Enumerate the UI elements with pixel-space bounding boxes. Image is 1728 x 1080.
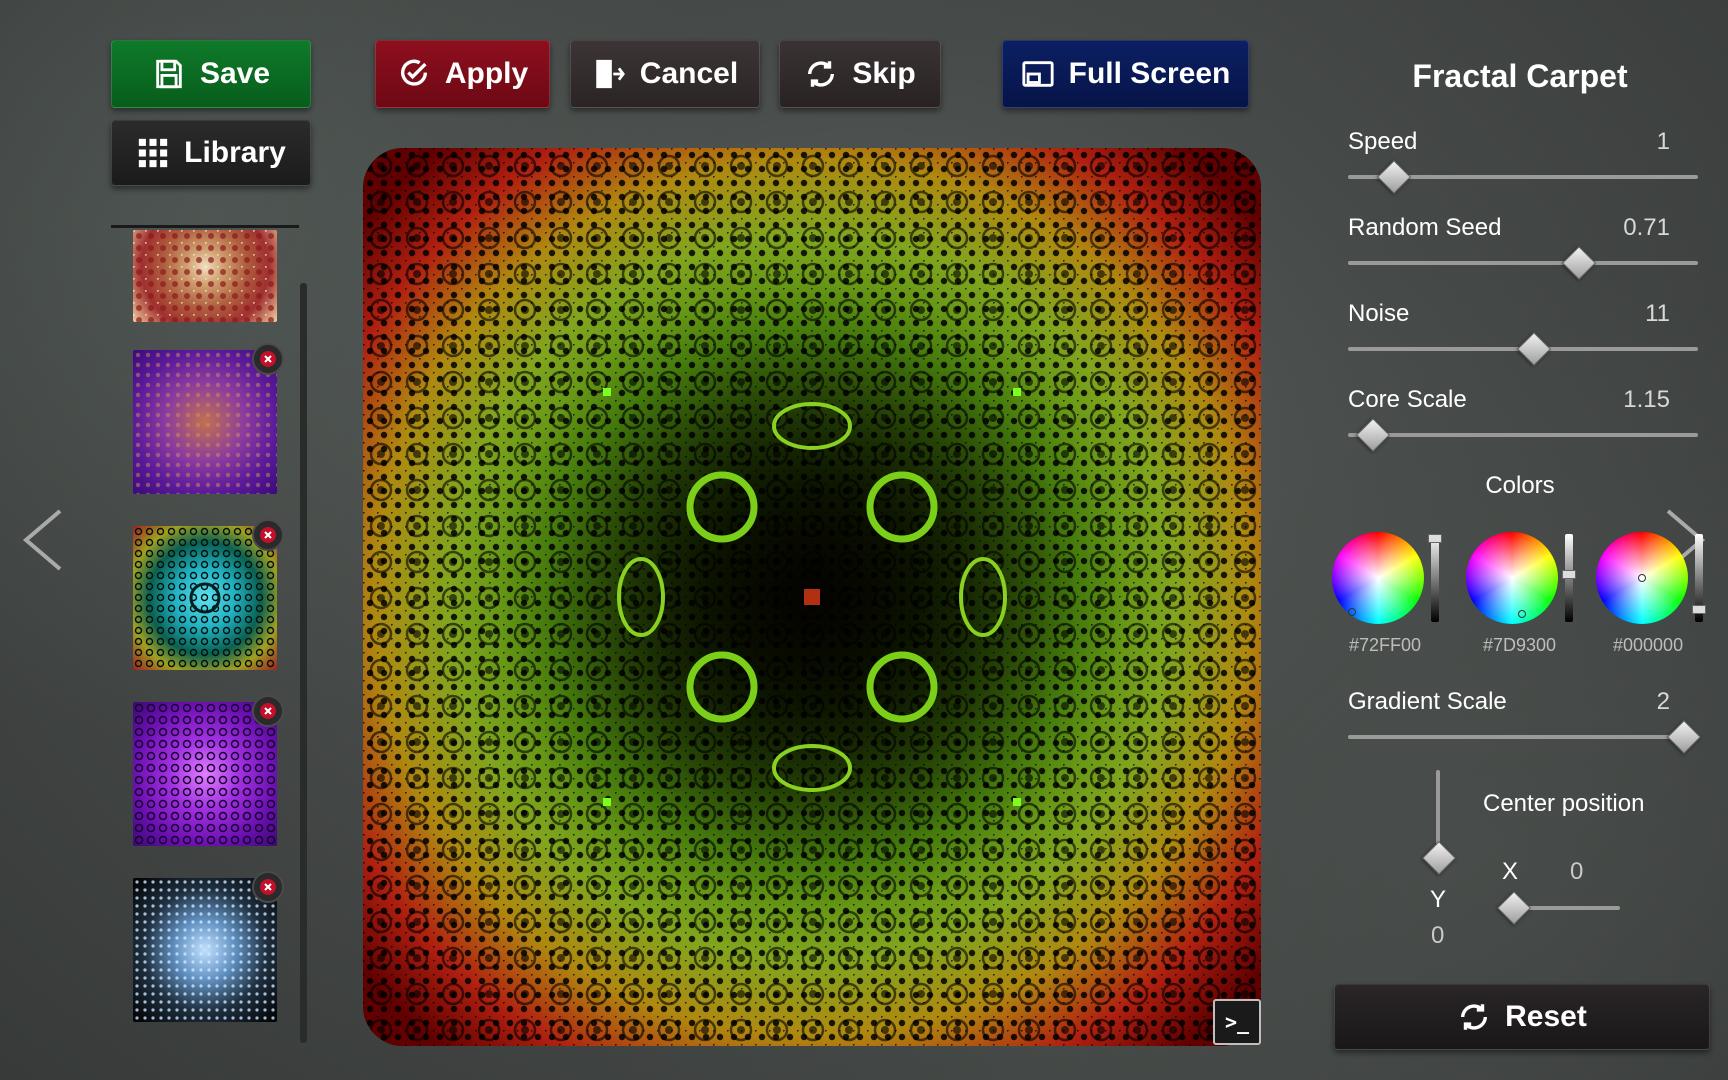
chevron-left-icon bbox=[22, 509, 62, 571]
center-position-title: Center position bbox=[1483, 790, 1645, 817]
panel-title: Fractal Carpet bbox=[1412, 58, 1628, 94]
fullscreen-button[interactable]: Full Screen bbox=[1002, 40, 1249, 108]
color-wheel-marker[interactable] bbox=[1518, 610, 1526, 618]
slider-value: 1.15 bbox=[1623, 386, 1670, 413]
floppy-disk-icon bbox=[156, 59, 182, 89]
library-thumbnail[interactable] bbox=[133, 350, 277, 494]
delete-thumbnail-button[interactable] bbox=[252, 519, 284, 551]
brightness-bar[interactable] bbox=[1562, 534, 1576, 622]
apply-label: Apply bbox=[444, 57, 529, 90]
reset-button[interactable]: Reset bbox=[1334, 984, 1710, 1050]
color-wheel-marker[interactable] bbox=[1638, 574, 1646, 582]
slider-track[interactable] bbox=[1348, 261, 1698, 265]
slider-value: 1 bbox=[1656, 128, 1670, 155]
library-list bbox=[111, 225, 311, 1045]
colors-title: Colors bbox=[1485, 472, 1555, 499]
apply-button[interactable]: Apply bbox=[375, 40, 550, 108]
close-icon bbox=[260, 527, 276, 543]
color-wheel[interactable] bbox=[1596, 532, 1688, 624]
library-thumbnail[interactable] bbox=[133, 878, 277, 1022]
slider-track[interactable] bbox=[1348, 735, 1698, 739]
fractal-preview-canvas[interactable] bbox=[363, 148, 1261, 1046]
save-label: Save bbox=[199, 57, 271, 90]
skip-label: Skip bbox=[852, 57, 916, 90]
slider-label: Noise bbox=[1348, 300, 1410, 327]
brightness-bar[interactable] bbox=[1428, 534, 1442, 622]
color-hex-label: #72FF00 bbox=[1349, 635, 1422, 655]
library-divider bbox=[111, 225, 299, 228]
library-scrollbar[interactable] bbox=[300, 283, 307, 1043]
thumbnail-pattern bbox=[133, 702, 277, 846]
library-thumbnail[interactable] bbox=[133, 526, 277, 670]
slider-label: Core Scale bbox=[1348, 386, 1467, 413]
slider-knob[interactable] bbox=[1562, 246, 1596, 280]
thumbnail-pattern bbox=[133, 350, 277, 494]
slider-knob[interactable] bbox=[1376, 160, 1411, 194]
color-wheel[interactable] bbox=[1466, 532, 1558, 624]
slider-label: Random Seed bbox=[1348, 214, 1502, 241]
brightness-knob[interactable] bbox=[1428, 534, 1442, 543]
slider-track[interactable] bbox=[1348, 433, 1698, 437]
slider-knob[interactable] bbox=[1355, 418, 1390, 452]
grid-icon bbox=[138, 138, 168, 168]
library-thumbnail[interactable] bbox=[133, 702, 277, 846]
settings-panel: Fractal Carpet Speed 1 Random Seed 0.71 … bbox=[1320, 40, 1706, 1050]
save-button[interactable]: Save bbox=[111, 40, 311, 108]
library-button[interactable]: Library bbox=[111, 120, 311, 186]
cancel-label: Cancel bbox=[639, 57, 739, 90]
close-icon bbox=[260, 879, 276, 895]
exit-door-icon bbox=[596, 59, 625, 89]
y-position-knob[interactable] bbox=[1422, 841, 1456, 875]
color-wheel[interactable] bbox=[1332, 532, 1424, 624]
fullscreen-label: Full Screen bbox=[1068, 57, 1231, 90]
thumbnail-pattern bbox=[133, 878, 277, 1022]
slider-value: 11 bbox=[1645, 300, 1670, 327]
refresh-icon bbox=[1461, 1004, 1488, 1030]
library-label: Library bbox=[184, 136, 286, 169]
slider-knob[interactable] bbox=[1667, 720, 1701, 754]
library-thumbnail[interactable] bbox=[133, 230, 277, 322]
brightness-knob[interactable] bbox=[1562, 569, 1576, 579]
color-hex-label: #7D9300 bbox=[1483, 635, 1557, 655]
y-axis-value: 0 bbox=[1431, 922, 1445, 949]
check-circle-icon bbox=[400, 59, 427, 86]
cancel-button[interactable]: Cancel bbox=[570, 40, 760, 108]
x-position-knob[interactable] bbox=[1497, 891, 1531, 925]
brightness-knob[interactable] bbox=[1692, 605, 1706, 615]
picture-in-picture-icon bbox=[1022, 61, 1054, 87]
terminal-button[interactable]: >_ bbox=[1213, 999, 1261, 1045]
y-axis-label: Y bbox=[1430, 886, 1447, 913]
thumbnail-pattern bbox=[133, 526, 277, 670]
delete-thumbnail-button[interactable] bbox=[252, 871, 284, 903]
delete-thumbnail-button[interactable] bbox=[252, 343, 284, 375]
delete-thumbnail-button[interactable] bbox=[252, 695, 284, 727]
x-axis-value: 0 bbox=[1570, 858, 1584, 885]
refresh-icon bbox=[808, 61, 835, 87]
slider-knob[interactable] bbox=[1516, 332, 1551, 366]
close-icon bbox=[260, 703, 276, 719]
fractal-image bbox=[363, 148, 1261, 1046]
color-wheel-marker[interactable] bbox=[1348, 608, 1356, 616]
x-axis-label: X bbox=[1502, 858, 1519, 885]
slider-value: 0.71 bbox=[1623, 214, 1670, 241]
reset-label: Reset bbox=[1505, 1000, 1587, 1033]
slider-value: 2 bbox=[1656, 688, 1670, 715]
color-hex-label: #000000 bbox=[1613, 635, 1684, 655]
close-icon bbox=[260, 351, 276, 367]
thumbnail-pattern bbox=[133, 230, 277, 322]
slider-label: Speed bbox=[1348, 128, 1418, 155]
brightness-bar[interactable] bbox=[1692, 534, 1706, 622]
previous-arrow[interactable] bbox=[18, 505, 68, 575]
skip-button[interactable]: Skip bbox=[779, 40, 941, 108]
slider-label: Gradient Scale bbox=[1348, 688, 1507, 715]
